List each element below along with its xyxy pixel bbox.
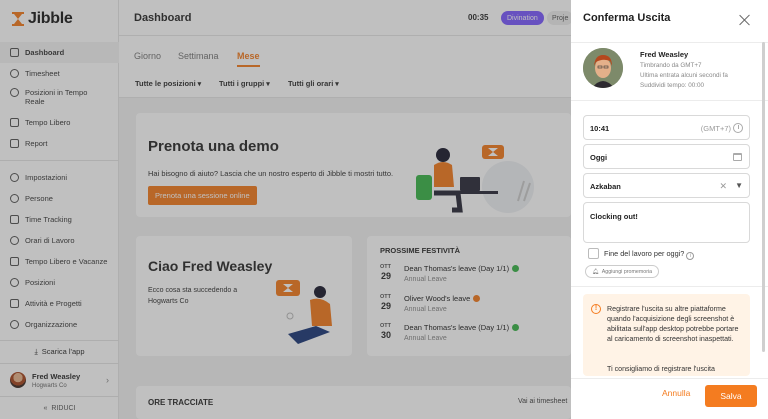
save-button[interactable]: Salva: [705, 385, 757, 407]
modal-backdrop[interactable]: [0, 0, 571, 419]
end-of-day-row: Fine del lavoro per oggi? i: [604, 249, 695, 260]
end-of-day-label: Fine del lavoro per oggi?: [604, 249, 685, 258]
divider: [571, 286, 768, 287]
clock-out-panel: Conferma Uscita Fred Weasley Timbrando d…: [571, 0, 768, 419]
close-icon[interactable]: [739, 14, 751, 26]
date-value: Oggi: [590, 153, 608, 162]
person-info: Fred Weasley Timbrando da GMT+7 Ultima e…: [640, 50, 728, 89]
bell-icon: 🔔︎: [592, 268, 599, 275]
last-clock-in: Ultima entrata alcuni secondi fa: [640, 72, 728, 79]
warning-box: ! Registrare l'uscita su altre piattafor…: [583, 294, 750, 376]
add-reminder-label: Aggiungi promemoria: [601, 268, 653, 275]
time-value: 10:41: [590, 124, 610, 133]
end-of-day-checkbox[interactable]: [588, 248, 599, 259]
clear-icon[interactable]: ✕: [719, 181, 727, 192]
scrollbar[interactable]: [762, 42, 765, 352]
cancel-button[interactable]: Annulla: [662, 388, 690, 398]
warning-text-2: Ti consigliamo di registrare l'uscita: [607, 365, 715, 373]
clocking-from: Timbrando da GMT+7: [640, 62, 702, 69]
add-reminder-button[interactable]: 🔔︎ Aggiungi promemoria: [585, 265, 660, 278]
panel-title: Conferma Uscita: [583, 12, 671, 24]
person-name: Fred Weasley: [640, 50, 689, 59]
date-field[interactable]: Oggi: [583, 144, 750, 169]
note-textarea[interactable]: Clocking out!: [583, 202, 750, 243]
warning-icon: !: [591, 304, 601, 314]
location-select[interactable]: Azkaban ✕ ▼: [583, 173, 750, 198]
location-value: Azkaban: [590, 182, 621, 191]
avatar: [583, 48, 623, 88]
split-time: Suddividi tempo: 00:00: [640, 82, 705, 89]
time-field[interactable]: 10:41 (GMT+7): [583, 115, 750, 140]
chevron-down-icon[interactable]: ▼: [735, 181, 743, 190]
divider: [571, 42, 768, 43]
info-icon[interactable]: i: [686, 252, 695, 260]
warning-text: Registrare l'uscita su altre piattaforme…: [607, 305, 739, 343]
divider: [571, 378, 768, 379]
avatar-photo-icon: [583, 48, 623, 88]
calendar-icon: [733, 153, 742, 161]
timezone-label: (GMT+7): [700, 124, 731, 133]
divider: [571, 100, 768, 101]
clock-icon: [733, 123, 743, 133]
